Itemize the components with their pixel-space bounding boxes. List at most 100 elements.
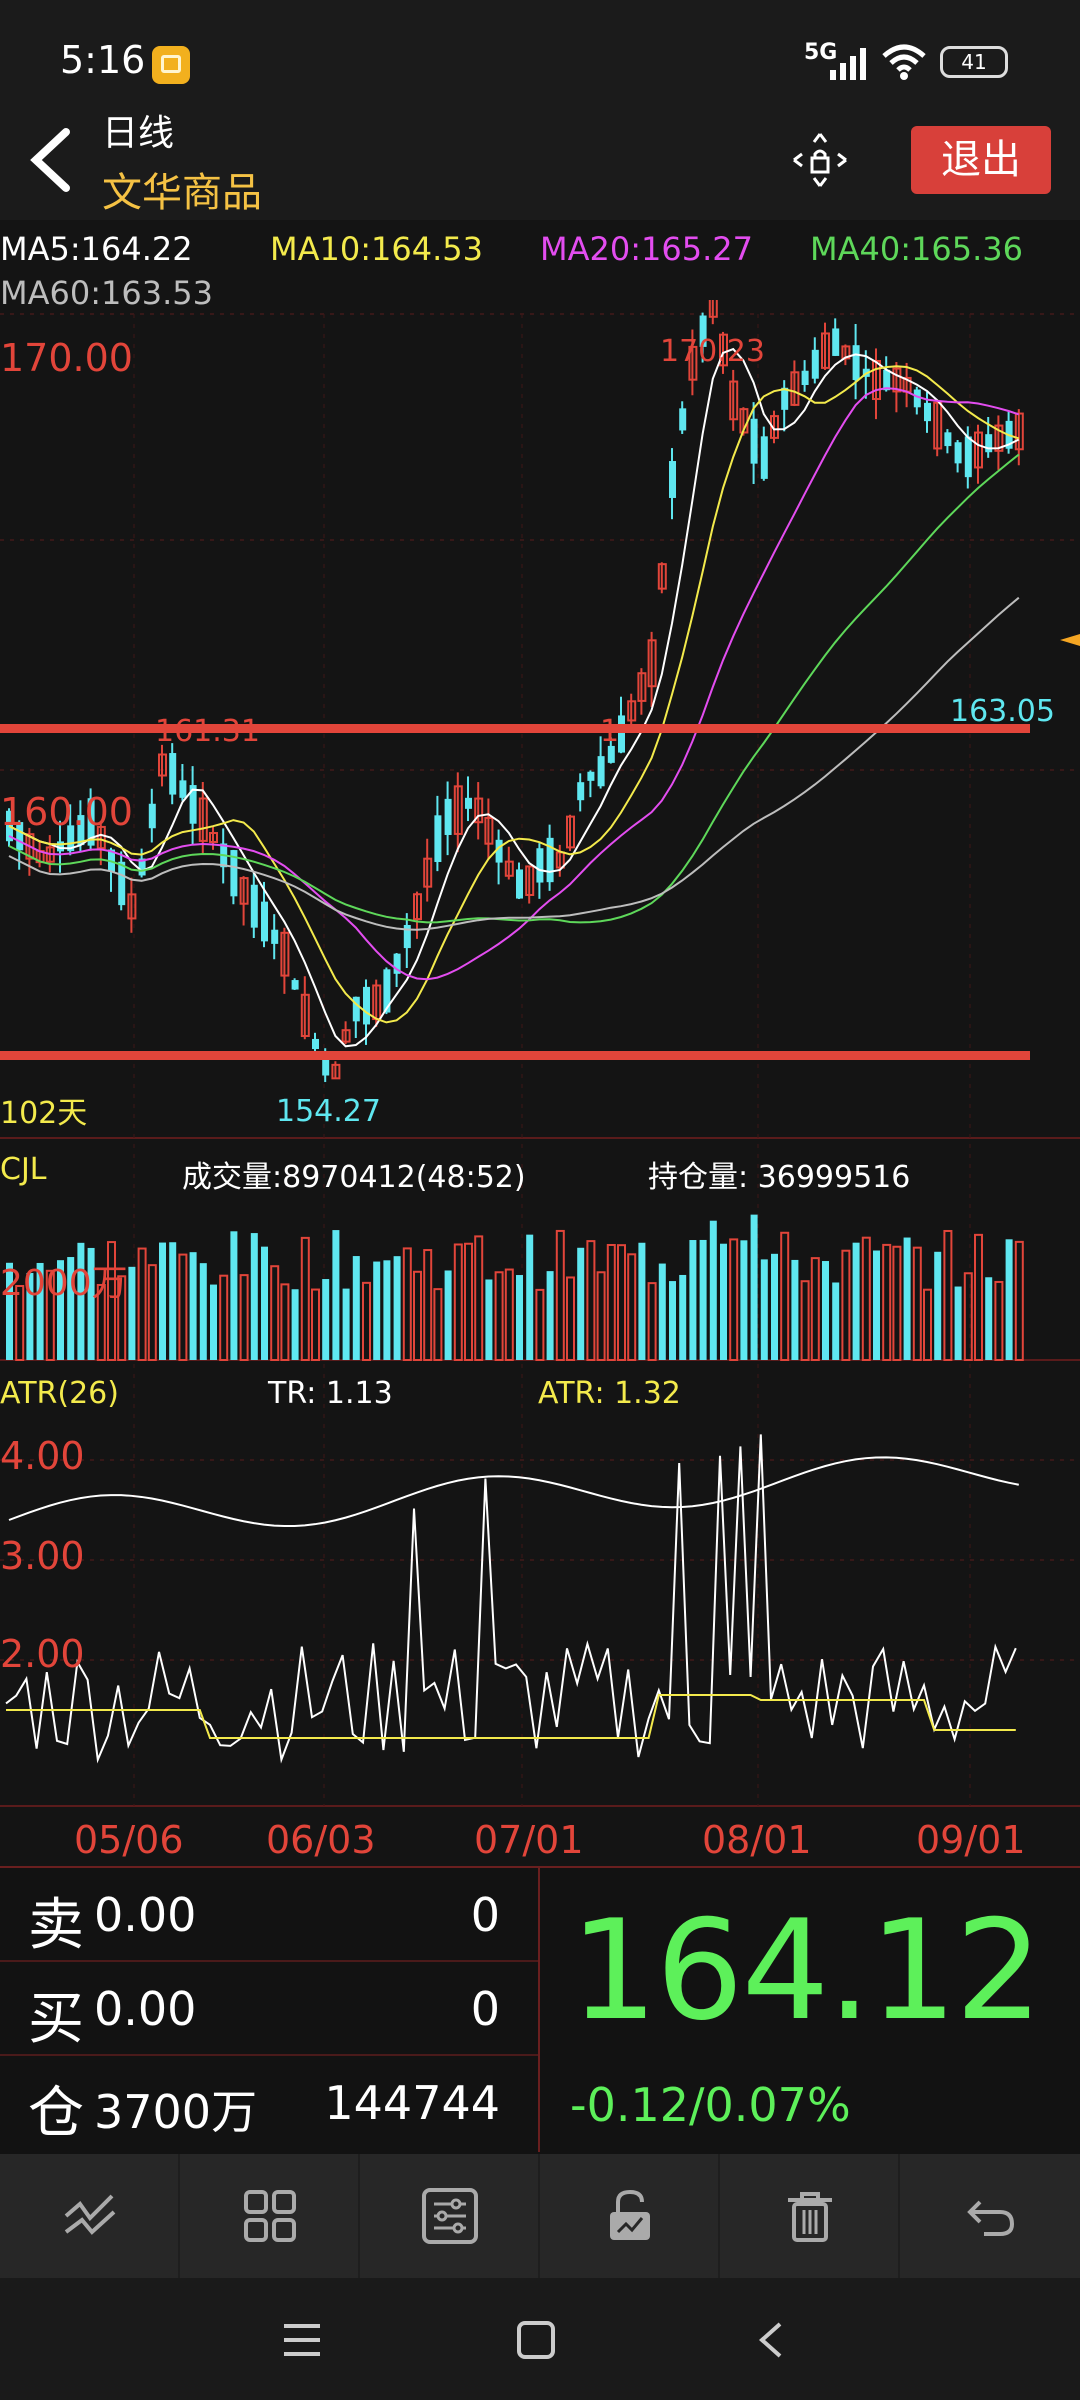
candle-body (597, 756, 605, 787)
atr-indicator-name[interactable]: ATR(26) (0, 1376, 119, 1411)
volume-bar (974, 1233, 983, 1361)
volume-bar (679, 1274, 687, 1360)
ma10-label: MA10:164.53 (270, 230, 483, 268)
price-mark-161: 161.31 (155, 714, 260, 749)
trash-icon (788, 2192, 832, 2242)
sell-row[interactable]: 卖 0.00 0 (0, 1866, 538, 1962)
candle-body (465, 797, 472, 809)
candle-body (577, 782, 585, 801)
delete-button[interactable] (720, 2154, 900, 2278)
instrument-title[interactable]: 文华商品 (102, 160, 262, 218)
settings-sliders-icon (422, 2188, 478, 2244)
volume-bar (709, 1220, 717, 1360)
tr-value-label: TR: 1.13 (268, 1376, 393, 1411)
volume-bar (311, 1288, 320, 1362)
candle-body (261, 901, 268, 942)
signal-icon (830, 48, 866, 80)
menu-icon[interactable] (282, 2320, 322, 2360)
volume-bar (954, 1286, 962, 1360)
volume-bar (280, 1283, 290, 1362)
home-square-icon[interactable] (516, 2320, 556, 2360)
volume-bar (720, 1243, 727, 1360)
draw-line-icon (64, 2194, 116, 2235)
volume-bar (873, 1250, 880, 1360)
crosshair-lock-icon[interactable] (790, 130, 850, 190)
candle-body (750, 418, 758, 464)
x-axis-label: 08/01 (702, 1818, 812, 1862)
system-nav-bar (0, 2278, 1080, 2400)
volume-bar (342, 1288, 350, 1360)
exit-button[interactable]: 退出 (911, 126, 1051, 194)
volume-bar (791, 1259, 799, 1360)
back-button[interactable] (18, 120, 88, 200)
kline-chart[interactable] (0, 300, 1080, 1860)
high-price-label: 170.23 (660, 334, 765, 369)
volume-bar (444, 1270, 452, 1360)
candle-body (832, 328, 840, 356)
undo-button[interactable] (900, 2154, 1080, 2278)
ma40-label: MA40:165.36 (810, 230, 1023, 268)
volume-bar (128, 1266, 136, 1360)
volume-bar (189, 1252, 197, 1360)
volume-bar (526, 1234, 534, 1360)
back-chevron-icon[interactable] (752, 2320, 792, 2360)
volume-bar (669, 1281, 676, 1360)
x-axis-label: 09/01 (916, 1818, 1026, 1862)
battery-icon: 41 (940, 46, 1008, 78)
current-price-marker (1060, 634, 1080, 646)
volume-bar (373, 1261, 381, 1360)
volume-bar (771, 1253, 778, 1360)
price-change: -0.12/0.07% (570, 2078, 851, 2132)
candle-body (169, 753, 177, 795)
draw-line-button[interactable] (0, 2154, 180, 2278)
candle-body (760, 436, 768, 479)
volume-scale-label: 2000万 (0, 1263, 128, 1304)
ma-line (8, 365, 1020, 1024)
candle-body (179, 780, 187, 798)
oi-qty: 144744 (324, 2076, 500, 2130)
bottom-toolbar (0, 2154, 1080, 2278)
volume-bar (841, 1249, 851, 1362)
volume-bar (474, 1235, 484, 1362)
low-price-label: 154.27 (276, 1094, 381, 1129)
buy-row[interactable]: 买 0.00 0 (0, 1960, 538, 2056)
volume-bar (740, 1240, 748, 1360)
candle-body (546, 837, 554, 883)
ma-line (8, 387, 1020, 981)
volume-bar (760, 1259, 768, 1360)
gallery-notification-icon (152, 46, 190, 84)
grid-button[interactable] (180, 2154, 360, 2278)
open-interest-row: 仓 3700万 144744 (0, 2054, 538, 2148)
volume-bar (903, 1237, 911, 1360)
volume-bar (250, 1233, 258, 1360)
support-line (0, 1051, 1030, 1060)
volume-bar (882, 1243, 892, 1361)
volume-bar (892, 1245, 902, 1362)
candle-body (964, 436, 972, 478)
volume-bar (147, 1264, 157, 1362)
volume-indicator-name[interactable]: CJL (0, 1152, 47, 1187)
volume-bar (504, 1268, 514, 1361)
volume-bar (453, 1243, 463, 1362)
candle-body (148, 803, 156, 829)
days-label: 102天 (0, 1096, 88, 1131)
candle-body (291, 980, 299, 990)
volume-bar (413, 1270, 422, 1362)
volume-bar (433, 1288, 443, 1362)
unlock-button[interactable] (540, 2154, 720, 2278)
x-axis-label: 05/06 (74, 1818, 184, 1862)
oi-label: 仓 (28, 2081, 84, 2146)
atr-axis-4: 4.00 (0, 1434, 85, 1478)
volume-bar (199, 1263, 207, 1360)
volume-bar (383, 1260, 391, 1360)
open-interest-line (8, 1456, 1019, 1528)
candle-body (312, 1038, 319, 1050)
quote-divider (538, 1866, 540, 2152)
settings-button[interactable] (360, 2154, 540, 2278)
volume-bar (555, 1229, 565, 1361)
turnover-label: 成交量:8970412(48:52) (182, 1160, 526, 1195)
undo-icon (967, 2200, 1015, 2236)
volume-bar (322, 1279, 330, 1360)
volume-bar (178, 1253, 188, 1362)
volume-bar (586, 1240, 596, 1361)
